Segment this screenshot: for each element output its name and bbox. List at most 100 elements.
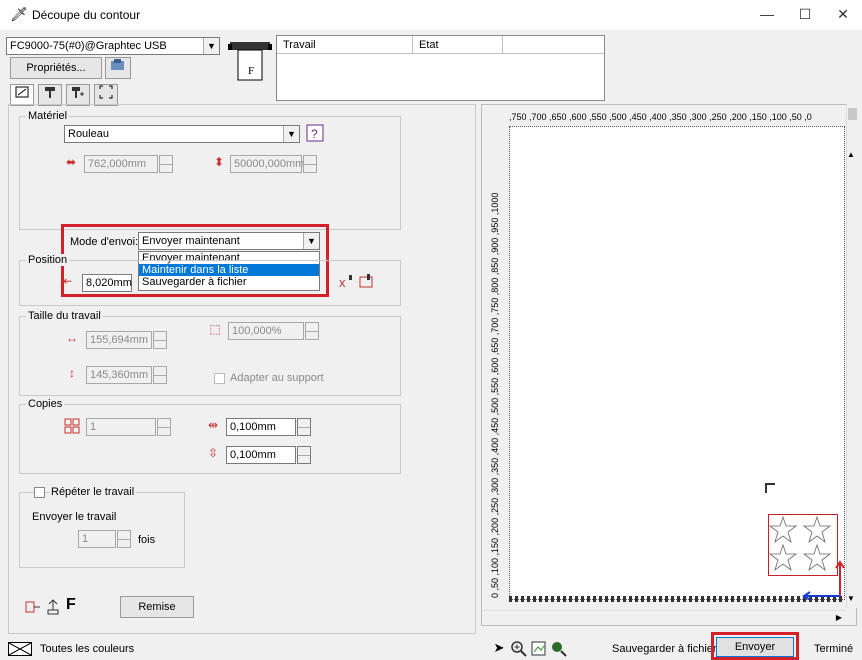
reset-origin-icon[interactable]: x <box>338 272 356 290</box>
copies-count-field: 1 <box>86 418 156 436</box>
spacing-x-spinner[interactable] <box>297 418 311 436</box>
material-type-select[interactable]: Rouleau ▼ <box>64 125 300 143</box>
col-empty-header <box>503 36 604 54</box>
length-icon: ⬍ <box>213 155 225 169</box>
window-title: Découpe du contour <box>32 8 141 22</box>
width-icon: ⬌ <box>65 155 77 169</box>
font-f-button[interactable]: F <box>66 596 76 614</box>
top-ruler-labels: ,750 ,700 ,650 ,600 ,550 ,500 ,450 ,400 … <box>509 112 812 122</box>
pointer-tool-icon[interactable]: ➤ <box>490 640 508 658</box>
chevron-down-icon: ▼ <box>203 38 219 54</box>
save-to-file-button[interactable]: Sauvegarder à fichier <box>612 643 717 655</box>
tab-cutter-icon[interactable] <box>38 84 62 106</box>
vertical-scrollbar[interactable]: ▲ ▼ <box>846 104 857 608</box>
spacing-x-field[interactable]: 0,100mm <box>226 418 296 436</box>
material-width-spinner <box>159 155 173 173</box>
position-group-label: Position <box>26 254 70 266</box>
scroll-right-icon[interactable]: ▶ <box>836 613 842 622</box>
spacing-x-icon: ⇹ <box>207 418 219 432</box>
spacing-y-icon: ⇳ <box>207 446 219 460</box>
svg-text:?: ? <box>311 127 318 141</box>
top-ruler: ,750 ,700 ,650 ,600 ,550 ,500 ,450 ,400 … <box>509 112 845 122</box>
close-button[interactable]: ✕ <box>828 6 858 23</box>
tab-cutter-plus-icon[interactable] <box>66 84 90 106</box>
job-height-icon: ↕ <box>69 366 75 380</box>
chevron-down-icon: ▼ <box>303 233 319 249</box>
material-length-field: 50000,000mm <box>230 155 304 173</box>
feed-edge-marks <box>509 596 845 602</box>
scale-icon: ⬚ <box>209 322 221 336</box>
repeat-job-checkbox[interactable] <box>34 487 45 498</box>
repeat-count-field: 1 <box>78 530 116 548</box>
minimize-button[interactable]: — <box>752 6 782 22</box>
tab-bar <box>10 84 160 106</box>
all-colors-label: Toutes les couleurs <box>40 643 135 655</box>
device-select-value: FC9000-75(#0)@Graphtec USB <box>10 40 167 52</box>
title-bar: 🗡 Découpe du contour — ☐ ✕ <box>0 0 862 30</box>
jobs-table[interactable]: Travail Etat <box>276 35 605 101</box>
material-length-spinner <box>303 155 317 173</box>
left-ruler: 0 ,50 ,100 ,150 ,200 ,250 ,300 ,350 ,400… <box>488 126 502 606</box>
job-width-icon: ↔ <box>66 331 78 345</box>
settings-tool-icon[interactable] <box>105 57 131 79</box>
send-button[interactable]: Envoyer <box>716 637 794 657</box>
origin-point-icon[interactable] <box>24 598 42 616</box>
repeat-count-spinner <box>117 530 131 548</box>
send-mode-select[interactable]: Envoyer maintenant ▼ <box>138 232 320 250</box>
copies-count-spinner <box>157 418 171 436</box>
device-select[interactable]: FC9000-75(#0)@Graphtec USB ▼ <box>6 37 220 55</box>
zoom-fit-icon[interactable] <box>550 640 568 658</box>
send-job-label: Envoyer le travail <box>32 511 117 523</box>
material-info-icon[interactable]: ? <box>306 124 326 144</box>
send-mode-value: Envoyer maintenant <box>142 235 240 247</box>
col-state-header[interactable]: Etat <box>413 36 503 54</box>
send-mode-label: Mode d'envoi: <box>70 236 139 248</box>
col-job-header[interactable]: Travail <box>277 36 413 54</box>
repeat-job-label: Répéter le travail <box>49 486 137 498</box>
scroll-down-icon[interactable]: ▼ <box>847 594 855 603</box>
job-scale-field: 100,000% <box>228 322 304 340</box>
job-width-field: 155,694mm <box>86 331 152 349</box>
scrollbar-thumb[interactable] <box>848 108 857 120</box>
fit-to-media-checkbox <box>214 373 225 384</box>
job-scale-spinner <box>305 322 319 340</box>
job-height-field: 145,360mm <box>86 366 152 384</box>
zoom-in-icon[interactable] <box>510 640 528 658</box>
cutter-app-icon: 🗡 <box>10 6 28 22</box>
origin-offset-icon: ⇤ <box>61 274 73 288</box>
position-offset-field[interactable]: 8,020mm <box>82 274 132 292</box>
origin-axes-icon <box>800 560 848 601</box>
job-height-spinner <box>153 366 167 384</box>
job-size-group-label: Taille du travail <box>26 310 103 322</box>
job-width-spinner <box>153 331 167 349</box>
app-window: 🗡 Découpe du contour — ☐ ✕ FC9000-75(#0)… <box>0 0 862 660</box>
maximize-button[interactable]: ☐ <box>790 6 820 23</box>
chevron-down-icon: ▼ <box>283 126 299 142</box>
spacing-y-spinner[interactable] <box>297 446 311 464</box>
spacing-y-field[interactable]: 0,100mm <box>226 446 296 464</box>
fit-to-media-label: Adapter au support <box>230 372 324 384</box>
svg-text:F: F <box>248 65 254 77</box>
copies-group: Copies <box>19 398 401 474</box>
scroll-up-icon[interactable]: ▲ <box>847 150 855 159</box>
material-group-label: Matériel <box>26 110 70 122</box>
plotter-image: F <box>228 34 272 84</box>
material-type-value: Rouleau <box>68 128 109 140</box>
tab-media-icon[interactable] <box>10 84 34 106</box>
reset-button[interactable]: Remise <box>120 596 194 618</box>
cutter-position-icon[interactable] <box>44 598 62 616</box>
copies-icon <box>64 418 80 434</box>
done-button[interactable]: Terminé <box>814 643 853 655</box>
registration-mark <box>765 483 775 493</box>
page-view-icon[interactable] <box>530 640 548 658</box>
all-colors-icon[interactable] <box>8 642 32 656</box>
svg-text:x: x <box>339 275 346 290</box>
tab-frame-icon[interactable] <box>94 84 118 106</box>
horizontal-scrollbar[interactable]: ▶ <box>482 610 846 624</box>
left-ruler-labels: 0 ,50 ,100 ,150 ,200 ,250 ,300 ,350 ,400… <box>490 192 500 598</box>
repeat-unit-label: fois <box>138 534 156 546</box>
material-width-field: 762,000mm <box>84 155 158 173</box>
properties-button[interactable]: Propriétés... <box>10 57 102 79</box>
copies-group-label: Copies <box>26 398 65 410</box>
set-origin-icon[interactable] <box>358 272 376 290</box>
